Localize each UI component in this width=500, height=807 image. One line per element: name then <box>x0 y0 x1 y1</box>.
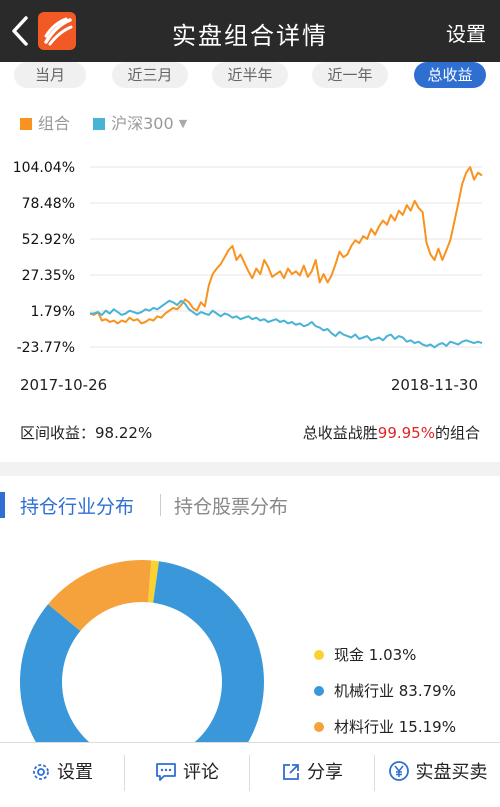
page-title: 实盘组合详情 <box>172 22 328 50</box>
y-tick-label: -23.77% <box>17 340 75 356</box>
legend-index-swatch <box>93 118 106 130</box>
y-tick-label: 78.48% <box>22 196 75 212</box>
industry-donut-chart <box>20 560 264 742</box>
active-tab-indicator <box>0 492 5 518</box>
legend-portfolio-swatch <box>20 118 32 130</box>
share-icon <box>281 747 301 807</box>
materials-dot <box>314 722 324 732</box>
chart-legend: 组合 沪深300 ▼ <box>20 110 205 134</box>
donut-legend-machinery: 机械行业 83.79% <box>314 680 456 701</box>
cash-dot <box>314 650 324 660</box>
tab-total-return[interactable]: 总收益 <box>414 62 486 88</box>
tab-industry-distribution[interactable]: 持仓行业分布 <box>20 492 134 519</box>
top-bar: 实盘组合详情 设置 <box>0 0 500 62</box>
bottom-action-bar: 设置 评论 分享 实盘买卖 <box>0 742 500 802</box>
tab-this-month[interactable]: 当月 <box>14 62 86 88</box>
yuan-icon <box>388 747 410 807</box>
tab-stock-distribution[interactable]: 持仓股票分布 <box>174 492 288 519</box>
y-tick-label: 104.04% <box>13 160 75 176</box>
return-line-chart: 104.04% 78.48% 52.92% 27.35% 1.79% -23.77% <box>13 160 483 356</box>
tab-half-year[interactable]: 近半年 <box>212 62 288 88</box>
dropdown-triangle-icon[interactable]: ▼ <box>179 117 187 130</box>
tab-divider <box>160 494 161 516</box>
bottom-trade-button[interactable]: 实盘买卖 <box>375 743 500 803</box>
end-date: 2018-11-30 <box>390 376 478 394</box>
comment-icon <box>155 747 177 807</box>
tab-one-year[interactable]: 近一年 <box>312 62 388 88</box>
bottom-share-button[interactable]: 分享 <box>250 743 374 803</box>
holdings-tabs: 持仓行业分布 持仓股票分布 <box>0 488 500 522</box>
machinery-dot <box>314 686 324 696</box>
range-return: 区间收益：98.22% <box>20 424 153 442</box>
start-date: 2017-10-26 <box>20 376 108 394</box>
y-tick-label: 1.79% <box>31 304 75 320</box>
y-tick-label: 52.92% <box>22 232 75 248</box>
bottom-comment-button[interactable]: 评论 <box>125 743 249 803</box>
tab-three-months[interactable]: 近三月 <box>112 62 188 88</box>
section-separator <box>0 462 500 476</box>
legend-index[interactable]: 沪深300 ▼ <box>93 110 187 134</box>
bottom-settings-button[interactable]: 设置 <box>0 743 124 803</box>
gear-icon <box>31 747 51 807</box>
donut-legend-cash: 现金 1.03% <box>314 644 416 665</box>
index-series-line <box>90 299 483 349</box>
period-tabs: 当月 近三月 近半年 近一年 总收益 <box>0 62 500 92</box>
legend-portfolio: 组合 <box>20 110 70 134</box>
donut-legend-materials: 材料行业 15.19% <box>314 716 456 737</box>
settings-button[interactable]: 设置 <box>446 18 486 47</box>
beat-ratio: 总收益战胜99.95%的组合 <box>302 424 480 442</box>
portfolio-series-line <box>89 166 483 325</box>
y-tick-label: 27.35% <box>22 268 75 284</box>
